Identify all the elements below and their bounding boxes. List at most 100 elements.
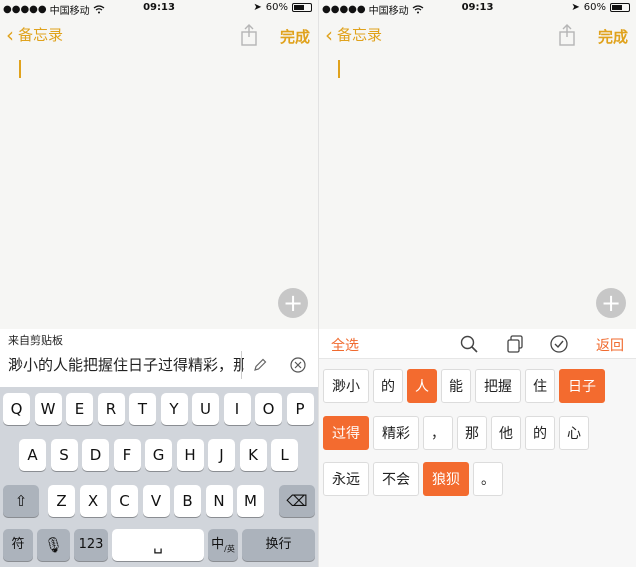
return-button[interactable]: 返回 — [596, 335, 624, 355]
segment-token[interactable]: 住 — [525, 369, 555, 403]
segment-token[interactable]: 狼狈 — [423, 462, 469, 496]
key-g[interactable]: G — [145, 439, 172, 471]
key-y[interactable]: Y — [160, 393, 188, 425]
key-e[interactable]: E — [66, 393, 93, 425]
battery-fill — [612, 5, 622, 10]
battery-percent: 60% — [265, 2, 288, 13]
back-label: 备忘录 — [337, 26, 383, 44]
segment-token[interactable]: 他 — [491, 416, 521, 450]
key-r[interactable]: R — [97, 393, 125, 425]
segment-token[interactable]: 人 — [407, 369, 437, 403]
pencil-icon[interactable] — [252, 357, 268, 373]
lang-key[interactable]: 中/英 — [208, 529, 238, 561]
lang-sub: /英 — [224, 544, 235, 554]
plus-icon[interactable]: + — [278, 288, 308, 318]
segment-toolbar: 全选 返回 — [319, 329, 636, 359]
battery-icon — [610, 3, 630, 12]
segment-token[interactable]: 的 — [373, 369, 403, 403]
segment-token[interactable]: 不会 — [373, 462, 419, 496]
back-chevron-icon: ‹ — [6, 22, 14, 47]
clipboard-title: 来自剪贴板 — [8, 334, 63, 347]
segment-token[interactable]: 永远 — [323, 462, 369, 496]
key-v[interactable]: V — [142, 485, 170, 517]
status-bar: ●●●●● 中国移动 09:13 ➤ 60% — [0, 0, 318, 17]
segment-token[interactable]: 过得 — [323, 416, 369, 450]
battery-fill — [294, 5, 304, 10]
key-t[interactable]: T — [129, 393, 156, 425]
key-a[interactable]: A — [19, 439, 46, 471]
segment-token[interactable]: 心 — [559, 416, 589, 450]
select-all-button[interactable]: 全选 — [331, 335, 359, 355]
clipboard-bar: 来自剪贴板 渺小的人能把握住日子过得精彩，那他的心永远不会狼狈。 — [0, 329, 318, 387]
key-z[interactable]: Z — [48, 485, 75, 517]
key-b[interactable]: B — [174, 485, 201, 517]
space-key[interactable]: ␣ — [112, 529, 204, 561]
mic-icon: 🎙 — [43, 536, 64, 554]
space-icon: ␣ — [153, 536, 163, 554]
key-j[interactable]: J — [208, 439, 235, 471]
status-bar: ●●●●● 中国移动 09:13 ➤ 60% — [319, 0, 636, 17]
back-button[interactable]: ‹ 备忘录 — [6, 24, 63, 45]
return-key[interactable]: 换行 — [242, 529, 315, 561]
battery-icon — [292, 3, 312, 12]
location-icon: ➤ — [253, 2, 262, 13]
mic-key[interactable]: 🎙 — [37, 529, 70, 561]
key-h[interactable]: H — [176, 439, 204, 471]
symbol-key[interactable]: 符 — [3, 529, 33, 561]
key-d[interactable]: D — [82, 439, 109, 471]
note-clipboard-screen: ●●●●● 中国移动 09:13 ➤ 60% ‹ 备忘录 完成 + 来自剪贴板 … — [0, 0, 318, 567]
key-f[interactable]: F — [113, 439, 141, 471]
back-button[interactable]: ‹ 备忘录 — [325, 24, 382, 45]
key-l[interactable]: L — [271, 439, 298, 471]
copy-icon[interactable] — [505, 334, 525, 354]
clipboard-text[interactable]: 渺小的人能把握住日子过得精彩，那他的心永远不会狼狈。 — [8, 354, 244, 375]
back-chevron-icon: ‹ — [325, 22, 333, 47]
segment-token[interactable]: 那 — [457, 416, 487, 450]
key-n[interactable]: N — [205, 485, 233, 517]
location-icon: ➤ — [571, 2, 580, 13]
key-m[interactable]: M — [237, 485, 264, 517]
text-cursor — [338, 60, 340, 78]
check-icon[interactable] — [549, 334, 569, 354]
back-label: 备忘录 — [18, 26, 64, 44]
shift-icon: ⇧ — [14, 492, 28, 510]
key-p[interactable]: P — [286, 393, 314, 425]
clear-icon[interactable] — [290, 357, 306, 373]
shift-key[interactable]: ⇧ — [3, 485, 39, 517]
search-icon[interactable] — [459, 334, 479, 354]
segment-token[interactable]: 能 — [441, 369, 471, 403]
key-x[interactable]: X — [79, 485, 107, 517]
segment-token[interactable]: 渺小 — [323, 369, 369, 403]
clipboard-divider — [241, 351, 242, 379]
segment-token[interactable]: 把握 — [475, 369, 521, 403]
share-icon[interactable] — [558, 24, 576, 46]
segment-token[interactable]: 精彩 — [373, 416, 419, 450]
segment-token[interactable]: 日子 — [559, 369, 605, 403]
lang-main: 中 — [211, 537, 225, 552]
delete-key[interactable]: ⌫ — [279, 485, 315, 517]
screen-pair: ●●●●● 中国移动 09:13 ➤ 60% ‹ 备忘录 完成 + 来自剪贴板 … — [0, 0, 636, 567]
delete-icon: ⌫ — [286, 492, 308, 510]
done-button[interactable]: 完成 — [280, 26, 310, 47]
key-c[interactable]: C — [111, 485, 138, 517]
key-w[interactable]: W — [34, 393, 62, 425]
segment-token[interactable]: 的 — [525, 416, 555, 450]
key-i[interactable]: I — [223, 393, 251, 425]
plus-icon[interactable]: + — [596, 288, 626, 318]
nav-bar: ‹ 备忘录 完成 — [319, 16, 636, 54]
nav-bar: ‹ 备忘录 完成 — [0, 16, 318, 54]
key-o[interactable]: O — [255, 393, 282, 425]
battery-percent: 60% — [583, 2, 606, 13]
key-k[interactable]: K — [239, 439, 267, 471]
key-q[interactable]: Q — [3, 393, 30, 425]
key-u[interactable]: U — [192, 393, 219, 425]
done-button[interactable]: 完成 — [598, 26, 628, 47]
segment-token[interactable]: ， — [423, 416, 453, 450]
share-icon[interactable] — [240, 24, 258, 46]
text-cursor — [19, 60, 21, 78]
key-s[interactable]: S — [50, 439, 78, 471]
note-segment-screen: ●●●●● 中国移动 09:13 ➤ 60% ‹ 备忘录 完成 + 全选 返回 … — [318, 0, 636, 567]
num-key[interactable]: 123 — [74, 529, 108, 561]
segment-token[interactable]: 。 — [473, 462, 503, 496]
keyboard: Q W E R T Y U I O P A S D F G H J K L ⇧ Z X C V B N M ⌫ 符 🎙 123 ␣ 中/英 换行 — [0, 387, 318, 567]
